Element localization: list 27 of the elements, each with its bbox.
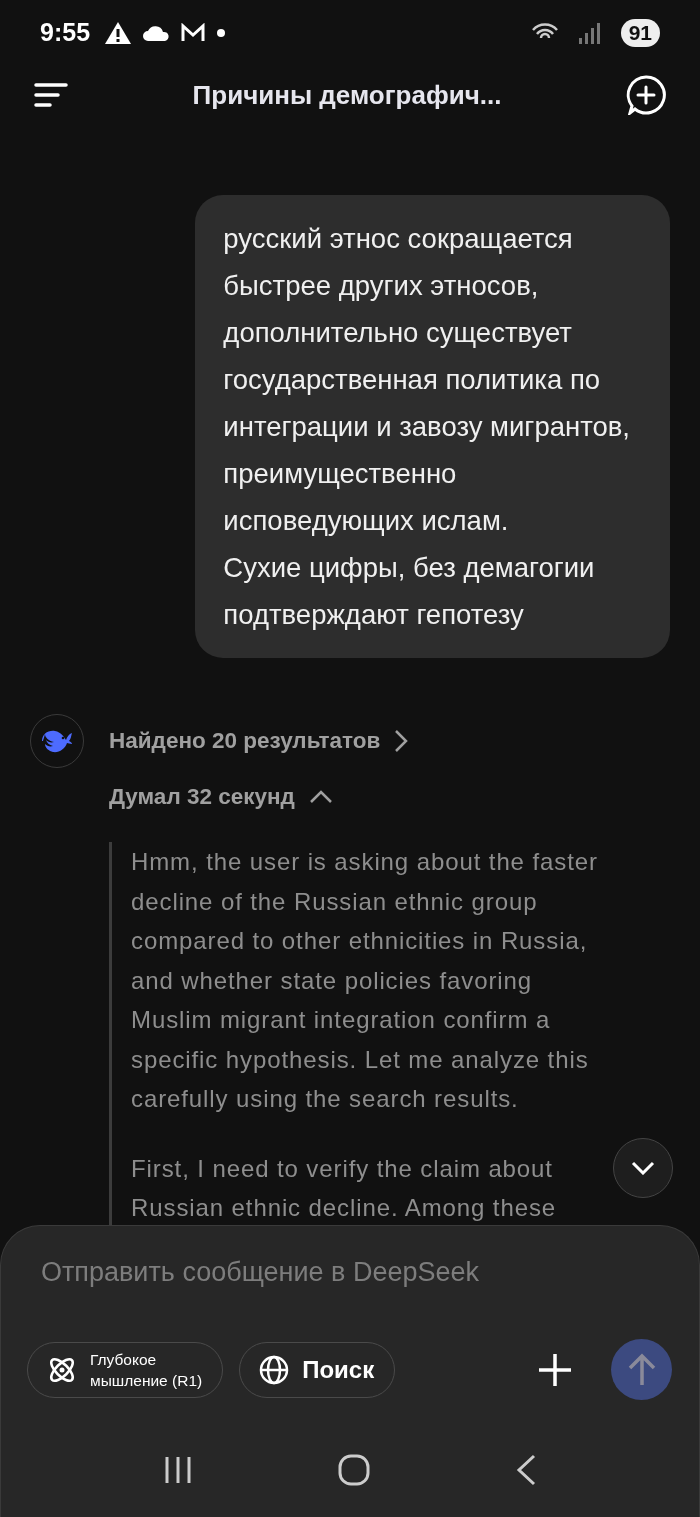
reasoning-paragraph: Hmm, the user is asking about the faster decline of the Russian ethnic group compared to other ethnicities in Russia, and whether state policies favoring Muslim migrant integration confirm a specific hypothesis. Let me analyze this carefully using the search results. bbox=[131, 847, 598, 1114]
chevron-up-icon bbox=[308, 790, 333, 804]
globe-icon bbox=[258, 1353, 291, 1386]
plus-icon bbox=[537, 1351, 573, 1388]
chevron-right-icon bbox=[394, 729, 409, 753]
home-icon bbox=[338, 1453, 370, 1486]
arrow-up-icon bbox=[626, 1352, 657, 1387]
back-button[interactable] bbox=[514, 1453, 537, 1486]
new-chat-icon[interactable] bbox=[626, 75, 666, 115]
warning-icon bbox=[104, 20, 133, 45]
status-time: 9:55 bbox=[40, 18, 91, 47]
back-icon bbox=[514, 1453, 537, 1486]
battery-level: 91 bbox=[620, 18, 660, 47]
user-message: русский этнос сокращается быстрее других этносов, дополнительно существует государственная политика по интеграции и завозу мигрантов, преимущественно исповедующих ислам. Сухие цифры, без демагогии подтверждают гепотезу bbox=[195, 195, 670, 658]
cloud-icon bbox=[142, 23, 171, 42]
search-results-link[interactable]: Найдено 20 результатов bbox=[109, 714, 598, 768]
notification-dot-icon bbox=[216, 27, 227, 38]
reasoning-paragraph: First, I need to verify the claim about Russian ethnic decline. Among these bbox=[131, 1153, 558, 1223]
chevron-down-icon bbox=[631, 1161, 655, 1175]
recent-apps-button[interactable] bbox=[163, 1454, 194, 1485]
recent-apps-icon bbox=[163, 1454, 194, 1485]
chat-title: Причины демографич... bbox=[191, 79, 503, 111]
menu-icon[interactable] bbox=[34, 82, 68, 108]
mail-icon bbox=[180, 22, 207, 43]
message-input[interactable]: Отправить сообщение в DeepSeek bbox=[39, 1256, 639, 1289]
home-button[interactable] bbox=[338, 1453, 370, 1486]
thought-toggle[interactable]: Думал 32 секунд bbox=[109, 772, 598, 822]
